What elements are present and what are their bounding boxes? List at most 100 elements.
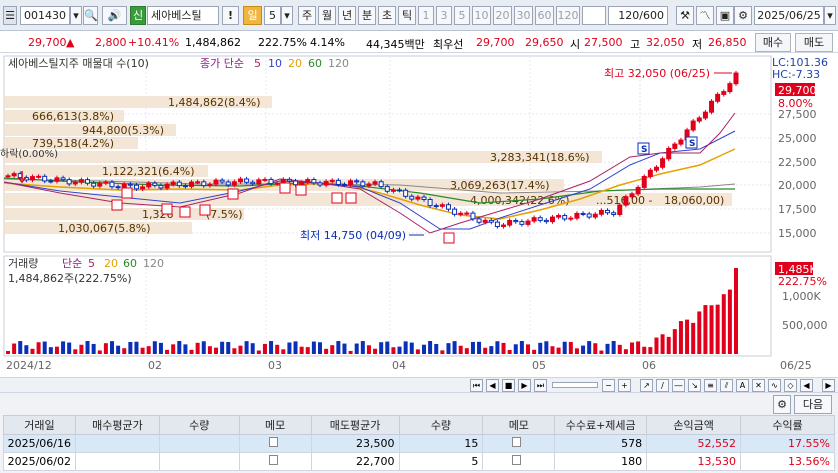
candle bbox=[299, 181, 305, 186]
hline-tool-icon[interactable]: ― bbox=[672, 379, 685, 392]
volume-bar bbox=[48, 347, 53, 354]
minute-120-button[interactable]: 120 bbox=[556, 6, 580, 25]
next-page-button[interactable]: 다음 bbox=[794, 395, 832, 414]
alert-icon[interactable]: ! bbox=[222, 6, 239, 25]
price-tag: 29,700 bbox=[778, 84, 817, 97]
x-tick: 02 bbox=[148, 359, 162, 372]
period-dropdown-icon[interactable]: ▾ bbox=[281, 6, 293, 25]
volume-bar bbox=[171, 344, 176, 354]
buy-button[interactable]: 매수 bbox=[755, 33, 791, 52]
scroll-right-icon[interactable]: ▶ bbox=[822, 379, 835, 392]
settings-gear-icon[interactable]: ⚙ bbox=[773, 395, 791, 414]
period-input[interactable] bbox=[582, 6, 606, 25]
stop-icon[interactable]: ■ bbox=[502, 379, 515, 392]
stock-code-input[interactable]: 001430 bbox=[20, 6, 70, 25]
volume-bar bbox=[207, 346, 212, 354]
tools-icon[interactable]: ⚒ bbox=[676, 6, 694, 25]
date-dropdown-icon[interactable]: ▾ bbox=[824, 6, 836, 25]
period-minute-button[interactable]: 분 bbox=[358, 6, 376, 25]
col-header: 메모 bbox=[238, 415, 312, 435]
svg-text:S: S bbox=[689, 139, 695, 149]
memo-icon[interactable] bbox=[238, 434, 312, 453]
memo-icon[interactable] bbox=[482, 452, 556, 471]
erase-tool-icon[interactable]: ✕ bbox=[752, 379, 765, 392]
trade-date: 2025/06/16 bbox=[3, 434, 76, 453]
y-tick: 22,500 bbox=[778, 156, 817, 169]
minute-3-button[interactable]: 3 bbox=[436, 6, 452, 25]
period-tick-button[interactable]: 틱 bbox=[398, 6, 416, 25]
minute-60-button[interactable]: 60 bbox=[535, 6, 554, 25]
menu-icon[interactable]: ☰ bbox=[3, 6, 17, 25]
next-icon[interactable]: ▶ bbox=[518, 379, 531, 392]
sound-icon[interactable]: 🔊 bbox=[102, 6, 127, 25]
period-month-button[interactable]: 월 bbox=[318, 6, 336, 25]
table-row[interactable]: 2025/06/02 22,700 5 180 13,530 13.56% bbox=[3, 452, 835, 471]
channel-tool-icon[interactable]: ⫽ bbox=[720, 379, 733, 392]
period-week-button[interactable]: 주 bbox=[298, 6, 316, 25]
date-field[interactable]: 2025/06/25 bbox=[754, 6, 824, 25]
profile-label: 1,484,862(8.4%) bbox=[168, 96, 261, 109]
volume-bar bbox=[636, 341, 641, 354]
candle bbox=[384, 186, 390, 192]
sell-button[interactable]: 매도 bbox=[795, 33, 833, 52]
wave-tool-icon[interactable]: ∿ bbox=[768, 379, 781, 392]
candle bbox=[158, 184, 164, 189]
line-tool-icon[interactable]: ∕ bbox=[656, 379, 669, 392]
period-day-button[interactable]: 일 bbox=[243, 6, 262, 25]
candle bbox=[231, 181, 237, 186]
shape-tool-icon[interactable]: ◇ bbox=[784, 379, 797, 392]
first-icon[interactable]: ⏮ bbox=[470, 379, 483, 392]
minute-1-button[interactable]: 1 bbox=[418, 6, 434, 25]
volume-bar bbox=[91, 343, 96, 354]
zoom-out-icon[interactable]: − bbox=[602, 379, 615, 392]
period-year-button[interactable]: 년 bbox=[338, 6, 356, 25]
vol-ma-label: 단순 bbox=[62, 257, 82, 270]
prev-icon[interactable]: ◀ bbox=[486, 379, 499, 392]
search-icon[interactable]: 🔍 bbox=[83, 6, 98, 25]
profile-label: 1,122,321(6.4%) bbox=[102, 165, 195, 178]
minute-20-button[interactable]: 20 bbox=[493, 6, 512, 25]
trend-tool-icon[interactable]: ↘ bbox=[688, 379, 701, 392]
volume-bar bbox=[489, 346, 494, 354]
candle bbox=[733, 72, 739, 85]
minute-10-button[interactable]: 10 bbox=[472, 6, 491, 25]
minute-30-button[interactable]: 30 bbox=[514, 6, 533, 25]
last-icon[interactable]: ⏭ bbox=[534, 379, 547, 392]
ma-label: 종가 단순 bbox=[200, 57, 244, 70]
memo-icon[interactable] bbox=[482, 434, 556, 453]
candle bbox=[170, 181, 176, 185]
volume-bar bbox=[734, 268, 738, 354]
save-icon[interactable]: ▣ bbox=[716, 6, 734, 25]
candle bbox=[690, 120, 696, 131]
table-row[interactable]: 2025/06/16 23,500 15 578 52,552 17.55% bbox=[3, 434, 835, 453]
cursor-icon[interactable]: ↗ bbox=[640, 379, 653, 392]
candle bbox=[256, 179, 262, 185]
volume-bar bbox=[165, 349, 170, 354]
code-dropdown-icon[interactable]: ▾ bbox=[70, 6, 82, 25]
fib-tool-icon[interactable]: ≡ bbox=[704, 379, 717, 392]
memo-icon[interactable] bbox=[238, 452, 312, 471]
candle bbox=[702, 111, 708, 119]
gear-icon[interactable]: ⚙ bbox=[734, 6, 752, 25]
turnover-rate: 4.14% bbox=[310, 36, 345, 49]
text-tool-icon[interactable]: A bbox=[736, 379, 749, 392]
candle bbox=[470, 212, 476, 220]
minute-5-button[interactable]: 5 bbox=[454, 6, 470, 25]
candle bbox=[195, 181, 201, 184]
zoom-slider[interactable] bbox=[552, 382, 598, 388]
candle bbox=[403, 189, 409, 197]
volume-title: 거래량 bbox=[8, 257, 38, 270]
scroll-left-icon[interactable]: ◀ bbox=[800, 379, 813, 392]
col-header: 매수평균가 bbox=[74, 415, 160, 435]
open-label: 시 bbox=[570, 38, 581, 51]
zoom-in-icon[interactable]: + bbox=[618, 379, 631, 392]
period-second-button[interactable]: 초 bbox=[378, 6, 396, 25]
stock-name-field[interactable]: 세아베스틸 bbox=[147, 6, 219, 25]
candle bbox=[201, 181, 207, 187]
chart-type-icon[interactable]: 〽 bbox=[696, 6, 714, 25]
period-value-field[interactable]: 5 bbox=[264, 6, 281, 25]
volume-bar bbox=[470, 341, 475, 354]
chart-area[interactable]: 1,484,862(8.4%) 666,613(3.8%) 944,800(5.… bbox=[0, 53, 838, 377]
candle bbox=[397, 189, 403, 192]
data-count-field[interactable]: 120/600 bbox=[608, 6, 668, 25]
